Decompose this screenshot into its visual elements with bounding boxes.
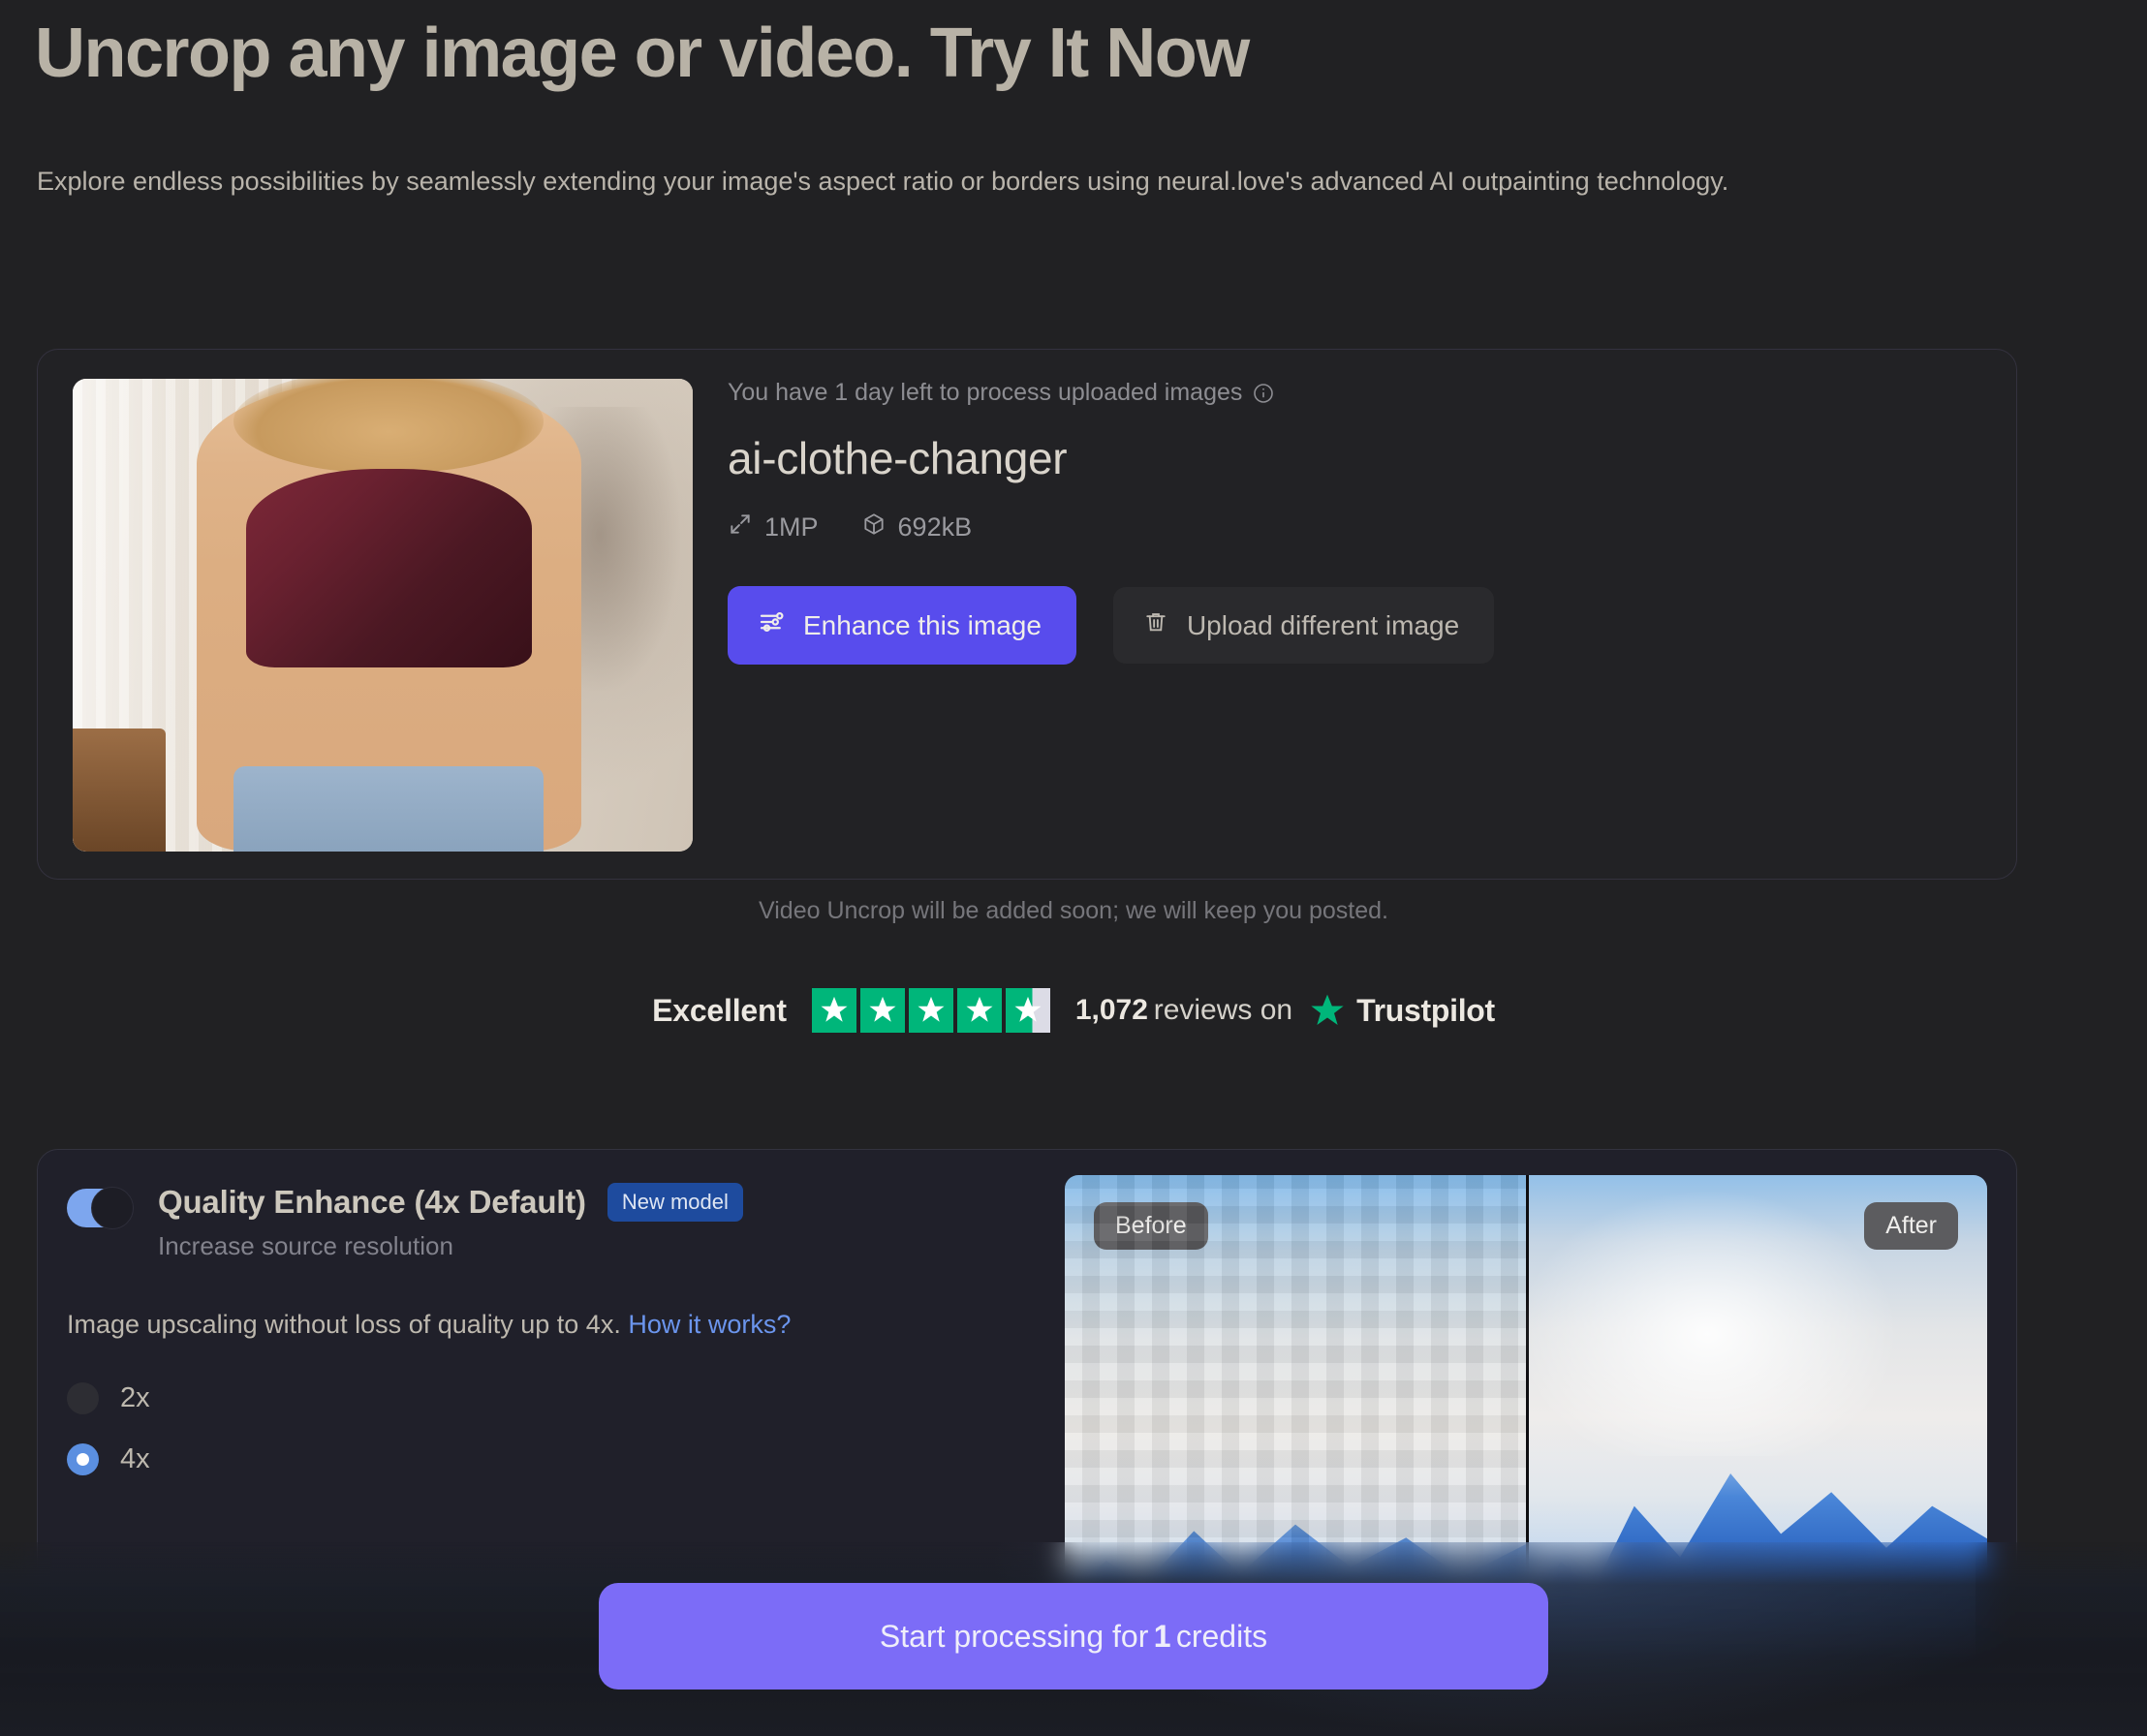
trustpilot-star [908, 988, 953, 1033]
stat-filesize: 692kB [861, 512, 973, 543]
trustpilot-stars [811, 988, 1050, 1033]
start-processing-button[interactable]: Start processing for 1 credits [599, 1583, 1548, 1690]
stat-resolution-value: 1MP [764, 512, 819, 542]
start-processing-suffix: credits [1175, 1618, 1268, 1654]
upload-card: You have 1 day left to process uploaded … [37, 349, 2017, 880]
trustpilot-brand-name: Trustpilot [1356, 992, 1495, 1028]
toggle-knob [91, 1187, 134, 1229]
new-model-badge: New model [607, 1183, 743, 1222]
scale-option-2x-label: 2x [120, 1382, 150, 1413]
trustpilot-review-count: 1,072 [1074, 994, 1148, 1026]
trustpilot-reviews-label: reviews on [1153, 994, 1293, 1026]
after-label: After [1864, 1202, 1958, 1250]
video-uncrop-note: Video Uncrop will be added soon; we will… [759, 897, 1388, 924]
uploaded-image-thumbnail[interactable] [73, 379, 693, 852]
before-label: Before [1094, 1202, 1208, 1250]
trustpilot-star-partial [1005, 988, 1050, 1033]
preview-after-cloud [1510, 1185, 1905, 1456]
quality-enhance-description-text: Image upscaling without loss of quality … [67, 1310, 621, 1339]
quality-enhance-description: Image upscaling without loss of quality … [67, 1310, 1036, 1340]
trustpilot-star [956, 988, 1002, 1033]
scale-options: 2x 4x [67, 1382, 1036, 1475]
upload-card-details: You have 1 day left to process uploaded … [728, 379, 1977, 665]
scale-option-4x-label: 4x [120, 1443, 150, 1474]
thumbnail-furniture [73, 728, 166, 852]
thumbnail-subject-jeans [233, 766, 545, 852]
uploaded-file-stats: 1MP 692kB [728, 512, 1977, 543]
thumbnail-subject-top [246, 468, 532, 667]
info-icon[interactable] [1252, 382, 1275, 405]
enhance-this-image-label: Enhance this image [803, 609, 1042, 640]
page-subtitle: Explore endless possibilities by seamles… [37, 167, 1729, 196]
trustpilot-widget[interactable]: Excellent 1,072 reviews on Trustpilot [0, 988, 2147, 1033]
radio-icon-2x [67, 1382, 99, 1414]
trustpilot-star [859, 988, 905, 1033]
scale-option-2x[interactable]: 2x [67, 1382, 1036, 1414]
page-title: Uncrop any image or video. Try It Now [35, 15, 1250, 92]
uncrop-page: Uncrop any image or video. Try It Now Ex… [0, 0, 2147, 1736]
upload-different-image-button[interactable]: Upload different image [1112, 587, 1495, 664]
uploaded-file-name: ai-clothe-changer [728, 433, 1068, 483]
quality-enhance-toggle-row: Quality Enhance (4x Default) New model I… [67, 1183, 1036, 1261]
trustpilot-star-icon [1308, 991, 1347, 1030]
resize-icon [728, 512, 753, 543]
radio-icon-4x-selected [67, 1443, 99, 1475]
how-it-works-link[interactable]: How it works? [628, 1310, 791, 1339]
upload-card-actions: Enhance this image Upload different imag… [728, 586, 1977, 665]
quality-enhance-settings: Quality Enhance (4x Default) New model I… [67, 1183, 1036, 1504]
quality-enhance-subtitle: Increase source resolution [158, 1231, 453, 1260]
stat-resolution: 1MP [728, 512, 819, 543]
start-processing-prefix: Start processing for [879, 1618, 1149, 1654]
upload-expiry-text: You have 1 day left to process uploaded … [728, 379, 1243, 406]
trash-icon [1142, 608, 1169, 642]
scale-option-4x[interactable]: 4x [67, 1443, 1036, 1475]
quality-enhance-title: Quality Enhance (4x Default) [158, 1184, 586, 1220]
start-processing-credits: 1 [1153, 1618, 1171, 1654]
upload-expiry-notice: You have 1 day left to process uploaded … [728, 379, 1977, 407]
quality-enhance-heading: Quality Enhance (4x Default) New model [158, 1183, 743, 1222]
upload-different-image-label: Upload different image [1186, 609, 1460, 640]
trustpilot-star [811, 988, 856, 1033]
trustpilot-rating-word: Excellent [652, 992, 787, 1028]
quality-enhance-toggle[interactable] [67, 1187, 134, 1229]
cube-icon [861, 512, 887, 543]
sliders-icon [757, 607, 786, 643]
enhance-this-image-button[interactable]: Enhance this image [728, 586, 1076, 665]
stat-filesize-value: 692kB [897, 512, 973, 542]
